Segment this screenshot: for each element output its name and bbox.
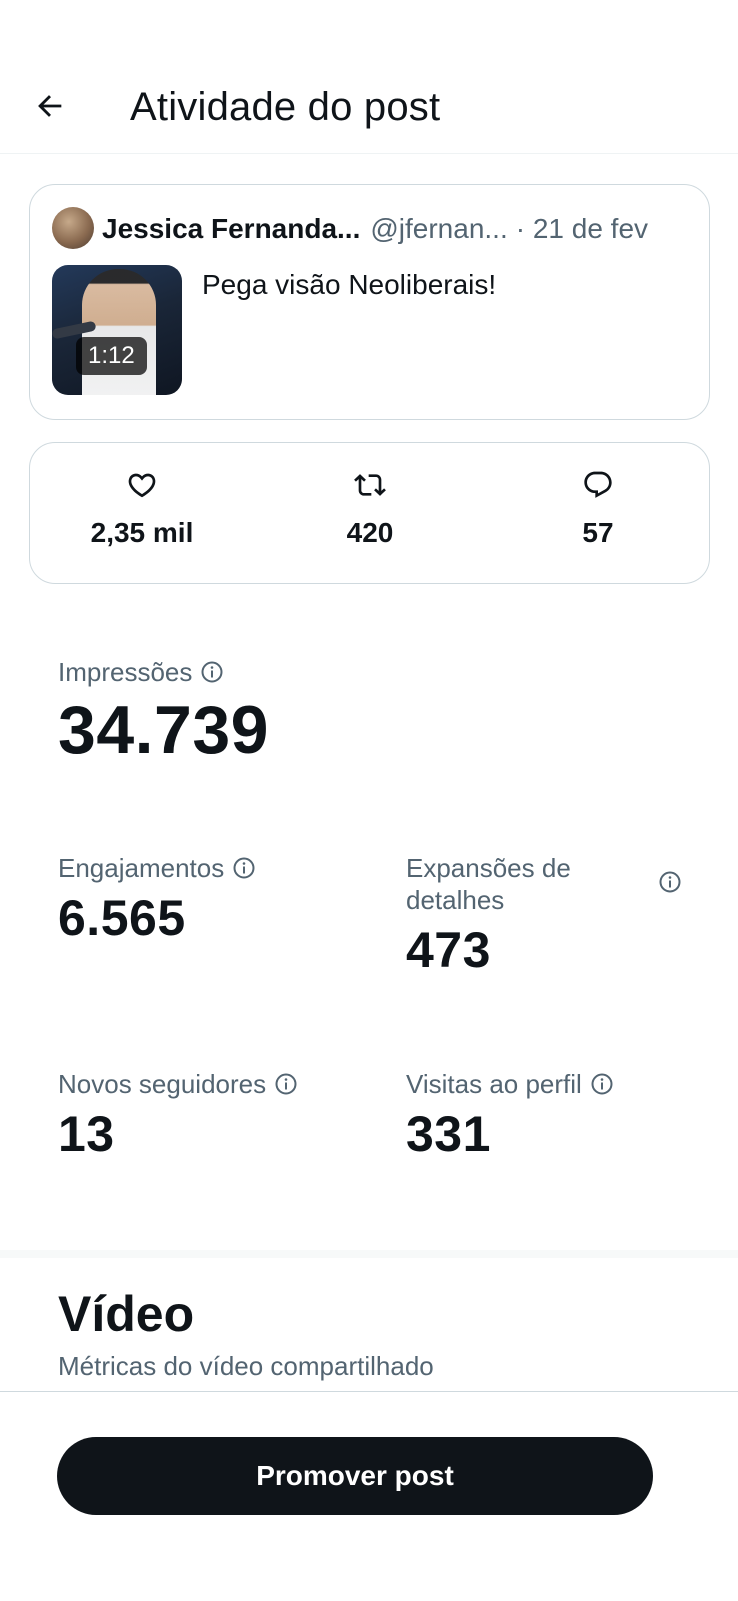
author-handle: @jfernan... [370, 213, 508, 244]
detail-expands-value: 473 [406, 922, 491, 978]
likes-stat: 2,35 mil [42, 469, 242, 551]
profile-visits-label: Visitas ao perfil [406, 1069, 582, 1099]
info-icon[interactable] [274, 1072, 298, 1096]
new-followers-metric: Novos seguidores 13 [58, 1068, 298, 1164]
section-divider [0, 1250, 738, 1258]
repost-icon [354, 474, 386, 496]
engagements-label-row: Engajamentos [58, 852, 256, 884]
post-header: Jessica Fernanda... @jfernan... · 21 de … [102, 211, 691, 247]
reply-icon [584, 471, 612, 498]
replies-count: 57 [582, 517, 614, 548]
page-title: Atividade do post [130, 85, 441, 129]
video-duration-badge: 1:12 [76, 337, 147, 375]
video-thumbnail[interactable]: 1:12 [52, 265, 182, 395]
top-bar: Atividade do post [0, 0, 738, 154]
info-icon[interactable] [658, 870, 682, 894]
reposts-stat: 420 [270, 469, 470, 551]
impressions-value: 34.739 [58, 692, 269, 768]
author-name: Jessica Fernanda... [102, 213, 361, 244]
heart-icon [128, 473, 156, 498]
post-text: Pega visão Neoliberais! [202, 269, 497, 300]
profile-visits-metric: Visitas ao perfil 331 [406, 1068, 614, 1164]
profile-visits-value: 331 [406, 1106, 491, 1162]
back-button[interactable] [28, 84, 72, 128]
profile-visits-label-row: Visitas ao perfil [406, 1068, 614, 1100]
video-section-subtitle: Métricas do vídeo compartilhado [58, 1351, 434, 1381]
avatar[interactable] [52, 207, 94, 249]
new-followers-label-row: Novos seguidores [58, 1068, 298, 1100]
post-date: · 21 de fev [515, 213, 649, 244]
promote-post-button[interactable]: Promover post [57, 1437, 653, 1515]
video-section-title: Vídeo [58, 1286, 195, 1342]
impressions-label: Impressões [58, 657, 193, 687]
engagements-value: 6.565 [58, 890, 186, 946]
detail-expands-metric: Expansões de detalhes 473 [406, 852, 686, 980]
new-followers-label: Novos seguidores [58, 1069, 267, 1099]
thumbnail-image [82, 269, 156, 395]
info-icon[interactable] [200, 660, 224, 684]
info-icon[interactable] [232, 856, 256, 880]
new-followers-value: 13 [58, 1106, 115, 1162]
engagement-stats-card: 2,35 mil 420 57 [29, 442, 710, 584]
arrow-left-icon [38, 95, 62, 117]
likes-count: 2,35 mil [90, 517, 194, 548]
impressions-metric: Impressões 34.739 [58, 656, 269, 770]
reposts-count: 420 [346, 517, 394, 548]
engagements-metric: Engajamentos 6.565 [58, 852, 256, 948]
post-preview-card[interactable]: Jessica Fernanda... @jfernan... · 21 de … [29, 184, 710, 420]
info-icon[interactable] [590, 1072, 614, 1096]
impressions-label-row: Impressões [58, 656, 269, 688]
detail-expands-label: Expansões de detalhes [406, 853, 571, 915]
replies-stat: 57 [498, 469, 698, 551]
engagements-label: Engajamentos [58, 853, 225, 883]
